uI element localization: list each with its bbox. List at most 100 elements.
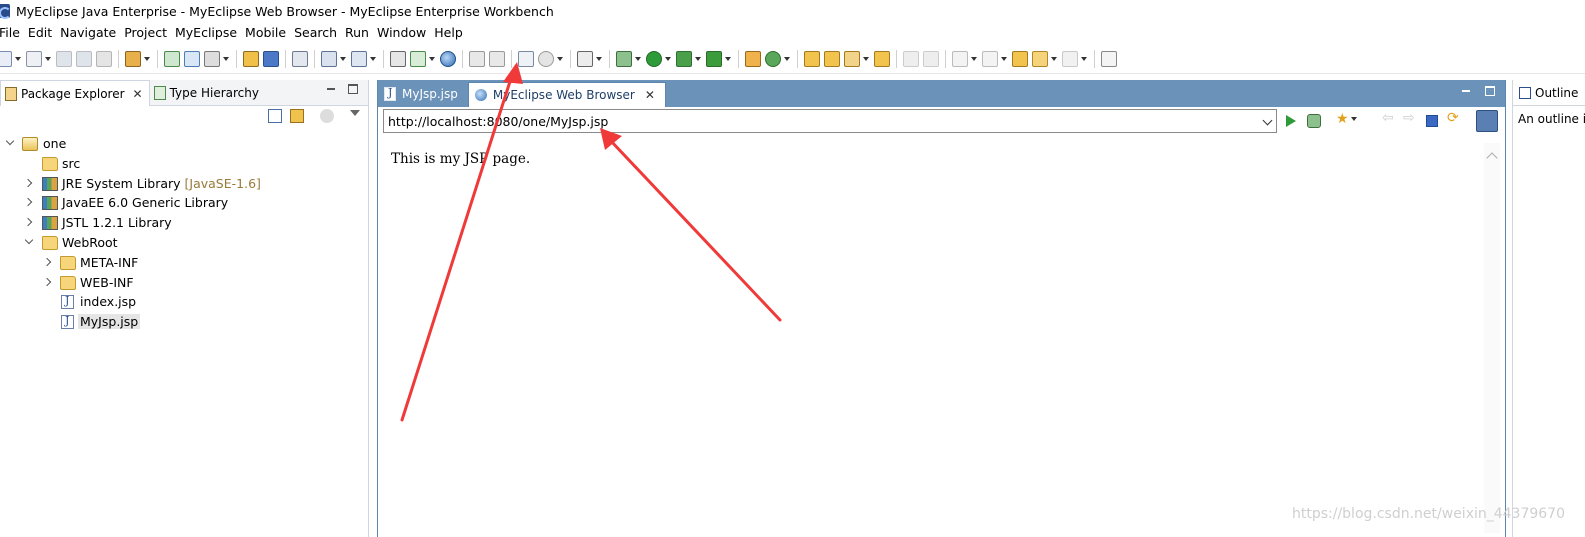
debug-bug-icon[interactable] [616, 50, 632, 67]
new-icon[interactable] [0, 50, 12, 67]
new-file-dropdown-icon[interactable] [45, 56, 51, 61]
forward-icon[interactable] [1062, 50, 1078, 67]
launch-dropdown-icon[interactable] [429, 56, 435, 61]
camera-icon[interactable] [577, 50, 593, 67]
minimize-icon[interactable] [326, 84, 336, 94]
minimize-icon[interactable] [1461, 86, 1471, 96]
external-tools-icon[interactable] [706, 50, 722, 67]
tree-item-myjsp-jsp[interactable]: MyJsp.jsp [0, 312, 368, 332]
database-icon[interactable] [292, 50, 308, 67]
pin-editor-icon[interactable] [1101, 50, 1117, 67]
menu-project[interactable]: Project [124, 25, 175, 40]
menu-run[interactable]: Run [345, 25, 377, 40]
server-icon[interactable] [164, 50, 180, 67]
browser-settings-icon[interactable] [1476, 110, 1498, 132]
tree-item-jstl-library[interactable]: JSTL 1.2.1 Library [0, 213, 368, 233]
new-file-icon[interactable] [26, 50, 42, 67]
back-arrow-icon[interactable]: ⇦ [1382, 110, 1396, 126]
camera-dropdown-icon[interactable] [596, 56, 602, 61]
wizard-dropdown-icon[interactable] [340, 56, 346, 61]
web-services-icon[interactable] [538, 50, 554, 67]
tree-item-jre-library[interactable]: JRE System Library [JavaSE-1.6] [0, 174, 368, 194]
next-edit-dropdown-icon[interactable] [971, 56, 977, 61]
tab-myeclipse-web-browser[interactable]: MyEclipse Web Browser ✕ [467, 82, 666, 107]
tab-outline[interactable]: Outline [1513, 80, 1585, 106]
build-hammer-icon[interactable] [204, 50, 220, 67]
web-services-dropdown-icon[interactable] [557, 56, 563, 61]
tool-icon[interactable] [489, 50, 505, 67]
new-java-class-dropdown-icon[interactable] [784, 56, 790, 61]
tab-package-explorer[interactable]: Package Explorer ✕ [0, 80, 150, 106]
tree-item-javaee-library[interactable]: JavaEE 6.0 Generic Library [0, 193, 368, 213]
open-web-browser-globe-icon[interactable] [440, 50, 456, 67]
open-task-icon[interactable] [804, 50, 820, 67]
menu-file[interactable]: File [0, 25, 28, 40]
next-annotation-icon[interactable] [903, 50, 919, 67]
collapse-icon[interactable] [24, 235, 34, 245]
focus-icon[interactable] [320, 109, 334, 123]
pen-icon[interactable] [844, 50, 860, 67]
new-java-class-icon[interactable] [765, 50, 781, 67]
debug-page-icon[interactable] [1307, 114, 1321, 128]
deploy-dropdown-icon[interactable] [144, 56, 150, 61]
link-with-editor-icon[interactable] [290, 109, 304, 123]
favorites-star-icon[interactable]: ★ [1336, 111, 1350, 127]
next-edit-icon[interactable] [952, 50, 968, 67]
pen-dropdown-icon[interactable] [863, 56, 869, 61]
menu-myeclipse[interactable]: MyEclipse [175, 25, 245, 40]
tree-item-src[interactable]: src [0, 154, 368, 174]
open-resource-icon[interactable] [263, 50, 279, 67]
tree-item-web-inf[interactable]: WEB-INF [0, 273, 368, 293]
previous-annotation-icon[interactable] [923, 50, 939, 67]
new-dropdown-icon[interactable] [15, 56, 21, 61]
tree-item-project-one[interactable]: one [0, 134, 368, 154]
maximize-icon[interactable] [348, 84, 358, 94]
expand-icon[interactable] [23, 198, 33, 207]
maximize-icon[interactable] [1485, 86, 1495, 96]
menu-search[interactable]: Search [294, 25, 345, 40]
forward-dropdown-icon[interactable] [1081, 56, 1087, 61]
menu-navigate[interactable]: Navigate [60, 25, 124, 40]
menu-edit[interactable]: Edit [28, 25, 60, 40]
tab-type-hierarchy[interactable]: Type Hierarchy [150, 80, 265, 106]
view-menu-icon[interactable] [350, 110, 360, 116]
manage-deployments-icon[interactable] [184, 50, 200, 67]
forward-arrow-icon[interactable]: ⇨ [1403, 110, 1417, 126]
search-tool-icon[interactable] [351, 50, 367, 67]
run-icon[interactable] [646, 50, 662, 67]
vertical-scrollbar[interactable] [1484, 143, 1500, 533]
menu-help[interactable]: Help [434, 25, 471, 40]
collapse-all-icon[interactable] [268, 109, 282, 123]
back-icon[interactable] [1032, 50, 1048, 67]
coverage-icon[interactable] [676, 50, 692, 67]
refresh-icon[interactable]: ⟳ [1447, 110, 1461, 126]
wizard-icon[interactable] [321, 50, 337, 67]
new-java-package-icon[interactable] [745, 50, 761, 67]
close-icon[interactable]: ✕ [645, 88, 655, 102]
tool-icon[interactable] [469, 50, 485, 67]
tree-item-index-jsp[interactable]: index.jsp [0, 292, 368, 312]
tree-item-webroot[interactable]: WebRoot [0, 233, 368, 253]
previous-edit-dropdown-icon[interactable] [1001, 56, 1007, 61]
run-dropdown-icon[interactable] [665, 56, 671, 61]
expand-icon[interactable] [42, 277, 52, 286]
tree-item-meta-inf[interactable]: META-INF [0, 253, 368, 273]
build-dropdown-icon[interactable] [223, 56, 229, 61]
deploy-icon[interactable] [125, 50, 141, 67]
print-icon[interactable] [96, 50, 112, 67]
annotation-icon[interactable] [874, 50, 890, 67]
report-icon[interactable] [518, 50, 534, 67]
back-dropdown-icon[interactable] [1051, 56, 1057, 61]
expand-icon[interactable] [23, 217, 33, 227]
collapse-icon[interactable] [5, 136, 15, 146]
url-input[interactable] [383, 109, 1277, 133]
expand-icon[interactable] [23, 178, 33, 187]
external-tools-dropdown-icon[interactable] [725, 56, 731, 61]
save-all-icon[interactable] [76, 50, 92, 67]
stop-icon[interactable] [1426, 115, 1438, 127]
coverage-dropdown-icon[interactable] [695, 56, 701, 61]
previous-edit-icon[interactable] [982, 50, 998, 67]
search-tool-dropdown-icon[interactable] [370, 56, 376, 61]
debug-dropdown-icon[interactable] [635, 56, 641, 61]
run-server-icon[interactable] [390, 50, 406, 67]
